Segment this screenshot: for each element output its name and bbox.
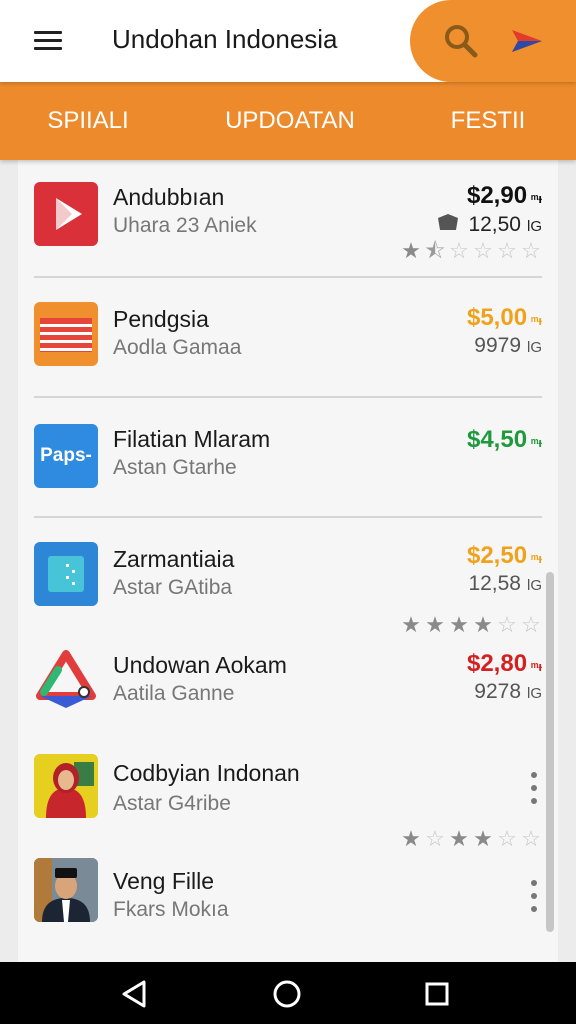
app-subtitle: Astan Gtarhe [113,456,237,479]
more-options-icon[interactable] [528,772,540,804]
app-bar: Undohan Indonesia [0,0,576,82]
star-half-icon: ⯪ [424,238,446,263]
app-subtitle: Astar GAtiba [113,576,233,599]
star-full-icon: ★ [473,826,493,851]
app-subtitle: Uhara 23 Aniek [113,214,257,237]
back-icon[interactable] [118,977,152,1011]
app-price: $2,90 ᵐᵻ [466,182,542,209]
rating-stars: ★ ☆ ★ ★ ☆ ☆ [400,828,542,850]
search-icon[interactable] [440,20,482,62]
man-avatar-icon [34,858,98,922]
app-size: 9979 lG [474,334,542,357]
star-full-icon: ★ [425,612,445,637]
app-size: 9278 lG [474,680,542,703]
app-list: Andubbıan Uhara 23 Aniek $2,90 ᵐᵻ 12,50 lG… [18,160,558,962]
app-name: Andubbıan [113,184,225,210]
folder-app-icon [34,542,98,606]
home-icon[interactable] [270,977,304,1011]
star-empty-icon: ☆ [521,238,541,263]
star-empty-icon: ☆ [497,238,517,263]
paps-icon-label: Paps- [40,445,92,466]
tab-bar: SPIIALI UPDOATAN FESTII [0,82,576,160]
triangle-logo-icon [34,648,98,712]
star-empty-icon: ☆ [425,826,445,851]
star-empty-icon: ☆ [521,612,541,637]
app-price: $5,00 ᵐᵻ [466,304,542,331]
list-item[interactable]: Paps- Filatian Mlaram Astan Gtarhe $4,50… [18,398,558,518]
list-item[interactable]: Undowan Aokam Aatila Ganne $2,80 ᵐᵻ 9278 l… [18,638,558,748]
list-item[interactable]: Andubbıan Uhara 23 Aniek $2,90 ᵐᵻ 12,50 lG… [18,160,558,278]
app-subtitle: Fkars Mokıa [113,898,229,921]
tab-festii[interactable]: FESTII [430,82,546,160]
app-subtitle: Aatila Ganne [113,682,235,705]
star-empty-icon: ☆ [497,826,517,851]
star-full-icon: ★ [401,238,421,263]
woman-avatar-icon [34,754,98,818]
rating-stars: ★ ⯪ ☆ ☆ ☆ ☆ [400,240,542,262]
app-name: Undowan Aokam [113,652,287,678]
rating-stars: ★ ★ ★ ★ ☆ ☆ [400,614,542,636]
app-price: $2,80 ᵐᵻ [466,650,542,677]
star-full-icon: ★ [449,826,469,851]
star-empty-icon: ☆ [521,826,541,851]
app-name: Codbyian Indonan [113,760,300,786]
system-nav-bar [0,962,576,1024]
app-subtitle: Aodla Gamaa [113,336,242,359]
star-empty-icon: ☆ [497,612,517,637]
app-title: Undohan Indonesia [112,24,338,54]
app-screen: Undohan Indonesia SPIIALI UPDOATAN FESTI… [0,0,576,1024]
scrollbar[interactable] [546,572,554,932]
list-item[interactable]: Veng Fille Fkars Mokıa [18,856,558,962]
appbar-actions [410,0,576,82]
list-item[interactable]: Codbyian Indonan Astar G4ribe ★ ☆ ★ ★ ☆ … [18,748,558,856]
app-name: Pendgsia [113,306,209,332]
app-name: Filatian Mlaram [113,426,271,452]
menu-icon[interactable] [26,22,70,58]
app-price: $2,50 ᵐᵻ [466,542,542,569]
app-name: Veng Fille [113,868,215,894]
star-full-icon: ★ [401,826,421,851]
app-subtitle: Astar G4ribe [113,792,231,815]
star-empty-icon: ☆ [473,238,493,263]
play-store-icon [34,182,98,246]
star-empty-icon: ☆ [449,238,469,263]
app-price: $4,50 ᵐᵻ [466,426,542,453]
star-full-icon: ★ [401,612,421,637]
star-full-icon: ★ [449,612,469,637]
list-item[interactable]: Zarmantiaia Astar GAtiba $2,50 ᵐᵻ 12,58 lG… [18,518,558,638]
tab-updoatan[interactable]: UPDOATAN [208,82,372,160]
tab-spiiali[interactable]: SPIIALI [20,82,156,160]
recents-icon[interactable] [420,977,454,1011]
flag-icon [34,302,98,366]
list-item[interactable]: Pendgsia Aodla Gamaa $5,00 ᵐᵻ 9979 lG [18,278,558,398]
badge-icon [438,214,459,230]
app-name: Zarmantiaia [113,546,235,572]
more-options-icon[interactable] [528,880,540,912]
app-size: 12,58 lG [468,572,542,595]
app-size: 12,50 lG [434,212,542,237]
star-full-icon: ★ [473,612,493,637]
send-icon[interactable] [506,20,548,62]
paps-icon: Paps- [34,424,98,488]
